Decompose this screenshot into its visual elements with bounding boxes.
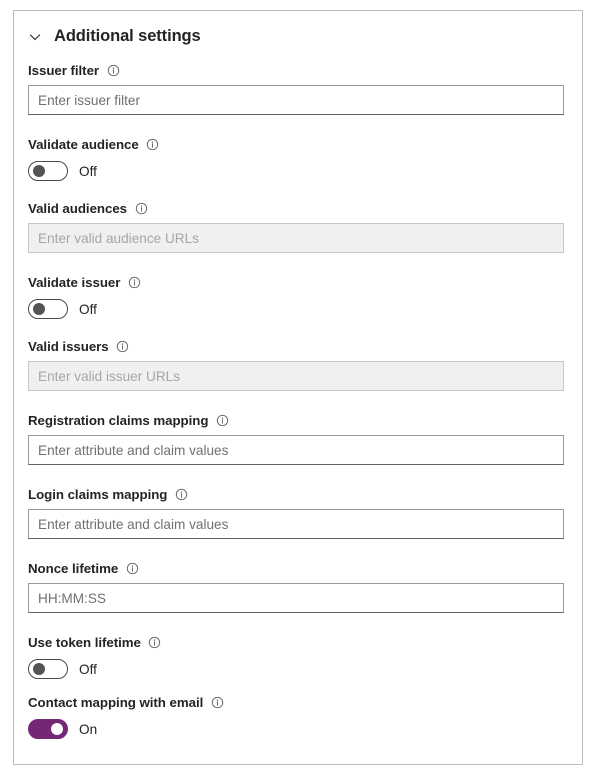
toggle-knob [33,165,45,177]
field-validate-audience: Validate audience Off [28,137,562,183]
use-token-lifetime-toggle[interactable] [28,659,68,679]
field-registration-claims-mapping: Registration claims mapping [28,413,564,465]
label-nonce-lifetime: Nonce lifetime [28,561,119,576]
field-label-row-valid-audiences: Valid audiences [28,201,562,216]
info-icon[interactable] [106,64,120,78]
field-label-row-login-claims-mapping: Login claims mapping [28,487,562,502]
field-valid-audiences: Valid audiences [28,201,564,253]
field-contact-mapping-with-email: Contact mapping with email On [28,695,562,741]
use-token-lifetime-toggle-state: Off [79,661,97,677]
field-validate-issuer: Validate issuer Off [28,275,562,321]
issuer-filter-input[interactable] [28,85,564,115]
validate-audience-toggle[interactable] [28,161,68,181]
info-icon[interactable] [146,138,160,152]
field-label-row-contact-mapping-with-email: Contact mapping with email [28,695,562,710]
field-label-row-valid-issuers: Valid issuers [28,339,562,354]
settings-field-list: Issuer filter Validate audience [14,63,582,741]
page-title: Additional settings [54,27,201,45]
contact-mapping-with-email-toggle[interactable] [28,719,68,739]
validate-audience-toggle-state: Off [79,163,97,179]
valid-issuers-input [28,361,564,391]
valid-audiences-input [28,223,564,253]
additional-settings-section-header[interactable]: Additional settings [14,11,582,46]
field-issuer-filter: Issuer filter [28,63,564,115]
field-label-row-validate-audience: Validate audience [28,137,562,152]
chevron-down-icon[interactable] [26,28,44,46]
label-registration-claims-mapping: Registration claims mapping [28,413,209,428]
info-icon[interactable] [127,276,141,290]
validate-issuer-toggle-state: Off [79,301,97,317]
toggle-knob [33,303,45,315]
toggle-row-use-token-lifetime: Off [28,657,562,681]
label-login-claims-mapping: Login claims mapping [28,487,168,502]
info-icon[interactable] [125,562,139,576]
label-validate-issuer: Validate issuer [28,275,121,290]
field-nonce-lifetime: Nonce lifetime [28,561,564,613]
field-login-claims-mapping: Login claims mapping [28,487,564,539]
info-icon[interactable] [215,414,229,428]
field-label-row-nonce-lifetime: Nonce lifetime [28,561,562,576]
field-label-row-issuer-filter: Issuer filter [28,63,562,78]
label-issuer-filter: Issuer filter [28,63,100,78]
info-icon[interactable] [210,696,224,710]
field-label-row-use-token-lifetime: Use token lifetime [28,635,562,650]
toggle-row-contact-mapping-with-email: On [28,717,562,741]
label-validate-audience: Validate audience [28,137,139,152]
field-valid-issuers: Valid issuers [28,339,564,391]
contact-mapping-with-email-toggle-state: On [79,721,98,737]
toggle-row-validate-audience: Off [28,159,562,183]
label-valid-audiences: Valid audiences [28,201,128,216]
label-use-token-lifetime: Use token lifetime [28,635,141,650]
info-icon[interactable] [116,340,130,354]
info-icon[interactable] [134,202,148,216]
additional-settings-card: Additional settings Issuer filter Val [13,10,583,765]
toggle-knob [51,723,63,735]
nonce-lifetime-input[interactable] [28,583,564,613]
toggle-knob [33,663,45,675]
login-claims-mapping-input[interactable] [28,509,564,539]
validate-issuer-toggle[interactable] [28,299,68,319]
registration-claims-mapping-input[interactable] [28,435,564,465]
info-icon[interactable] [174,488,188,502]
toggle-row-validate-issuer: Off [28,297,562,321]
label-contact-mapping-with-email: Contact mapping with email [28,695,204,710]
field-label-row-validate-issuer: Validate issuer [28,275,562,290]
field-label-row-registration-claims-mapping: Registration claims mapping [28,413,562,428]
label-valid-issuers: Valid issuers [28,339,109,354]
field-use-token-lifetime: Use token lifetime Off [28,635,562,681]
info-icon[interactable] [148,636,162,650]
